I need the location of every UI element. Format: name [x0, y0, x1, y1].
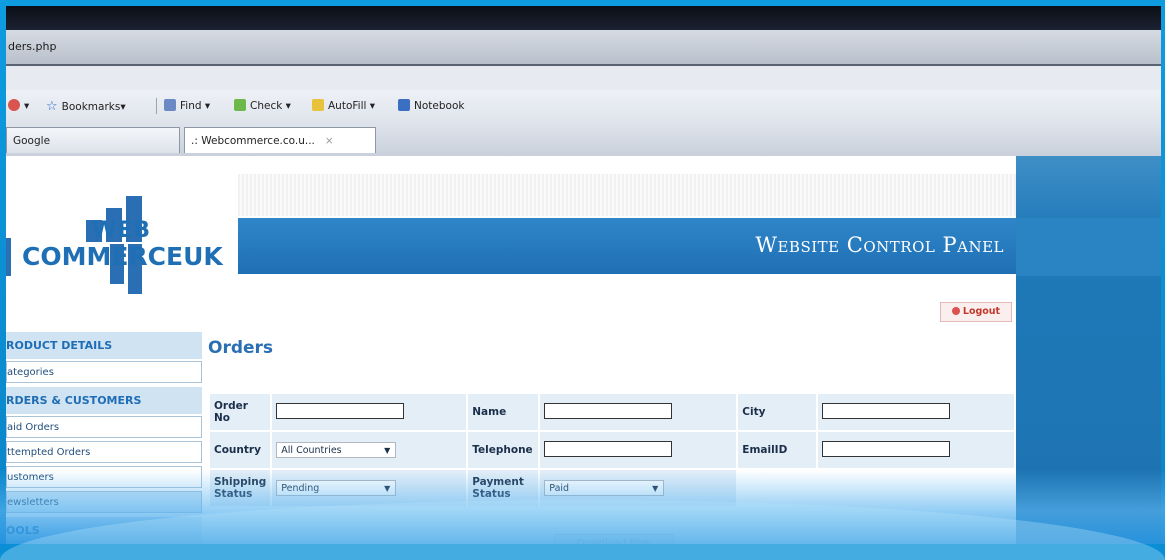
- header-pattern: [238, 174, 1016, 216]
- sidebar: RODUCT DETAILS ategories RDERS & CUSTOME…: [6, 332, 202, 544]
- country-select[interactable]: All Countries ▼: [276, 442, 397, 458]
- telephone-input[interactable]: [544, 440, 673, 457]
- order-search-form: Order No Name City Country All Countries…: [208, 392, 1016, 508]
- bookmarks-button[interactable]: ☆ Bookmarks▾: [46, 99, 126, 114]
- notebook-icon: [398, 99, 410, 111]
- address-text: ders.php: [8, 40, 57, 53]
- download-button[interactable]: Download Now: [554, 534, 674, 544]
- menu-band: [6, 66, 1161, 90]
- title-bar: [6, 6, 1161, 30]
- toolbar-separator: [156, 98, 157, 114]
- dropdown-arrow-icon: ▼: [384, 446, 391, 455]
- city-label: City: [738, 394, 817, 430]
- shipping-status-select[interactable]: Pending ▼: [276, 480, 397, 496]
- browser-window: ders.php ▾ ☆ Bookmarks▾ Find ▾ Check ▾ Au…: [6, 6, 1161, 544]
- browser-toolbar: ▾ ☆ Bookmarks▾ Find ▾ Check ▾ AutoFill ▾ …: [6, 90, 1161, 122]
- payment-status-select[interactable]: Paid ▼: [544, 480, 665, 496]
- tab-webcommerce[interactable]: .: Webcommerce.co.u... ×: [184, 127, 376, 153]
- email-label: EmailID: [738, 432, 817, 468]
- order-no-input[interactable]: [276, 402, 405, 419]
- address-bar[interactable]: ders.php: [6, 30, 1161, 66]
- name-input[interactable]: [544, 402, 673, 419]
- logout-icon: [951, 307, 960, 315]
- find-icon: [164, 99, 176, 111]
- logo-text-web: WEB: [92, 218, 152, 243]
- sidebar-item-categories[interactable]: ategories: [6, 361, 202, 383]
- find-button[interactable]: Find ▾: [164, 99, 210, 112]
- logout-button[interactable]: Logout: [940, 302, 1012, 322]
- home-icon[interactable]: ▾: [8, 99, 29, 112]
- tab-google[interactable]: Google: [6, 127, 180, 153]
- tab-close-icon[interactable]: ×: [325, 135, 334, 147]
- web-page: WEB COMMERCEUK Website Control Panel Log…: [6, 156, 1016, 544]
- payment-status-label: Payment Status: [468, 470, 539, 506]
- page-title: Orders: [208, 338, 274, 358]
- check-icon: [234, 99, 246, 111]
- order-no-label: Order No: [210, 394, 271, 430]
- header-banner: Website Control Panel: [238, 218, 1016, 274]
- autofill-icon: [312, 99, 324, 111]
- shipping-status-label: Shipping Status: [210, 470, 271, 506]
- sidebar-item-paid-orders[interactable]: aid Orders: [6, 416, 202, 438]
- dropdown-arrow-icon: ▼: [384, 484, 391, 493]
- email-input[interactable]: [822, 440, 951, 457]
- check-button[interactable]: Check ▾: [234, 99, 291, 112]
- logo-text-brand: COMMERCEUK: [22, 242, 223, 271]
- sidebar-item-customers[interactable]: ustomers: [6, 466, 202, 488]
- notebook-button[interactable]: Notebook: [398, 99, 464, 112]
- sidebar-heading-tools: OOLS: [6, 517, 202, 544]
- city-input[interactable]: [822, 402, 951, 419]
- banner-title: Website Control Panel: [755, 233, 1004, 257]
- right-banner-strip: [1016, 218, 1161, 276]
- sidebar-item-newsletters[interactable]: ewsletters: [6, 491, 202, 513]
- dropdown-arrow-icon: ▼: [652, 484, 659, 493]
- telephone-label: Telephone: [468, 432, 539, 468]
- bookmark-star-icon: ☆: [46, 99, 58, 114]
- country-label: Country: [210, 432, 271, 468]
- sidebar-item-attempted-orders[interactable]: ttempted Orders: [6, 441, 202, 463]
- autofill-button[interactable]: AutoFill ▾: [312, 99, 375, 112]
- right-background-pane: [1016, 156, 1161, 544]
- sidebar-heading-orders: RDERS & CUSTOMERS: [6, 387, 202, 414]
- tab-bar: Google .: Webcommerce.co.u... ×: [6, 122, 1161, 157]
- name-label: Name: [468, 394, 539, 430]
- sidebar-heading-products: RODUCT DETAILS: [6, 332, 202, 359]
